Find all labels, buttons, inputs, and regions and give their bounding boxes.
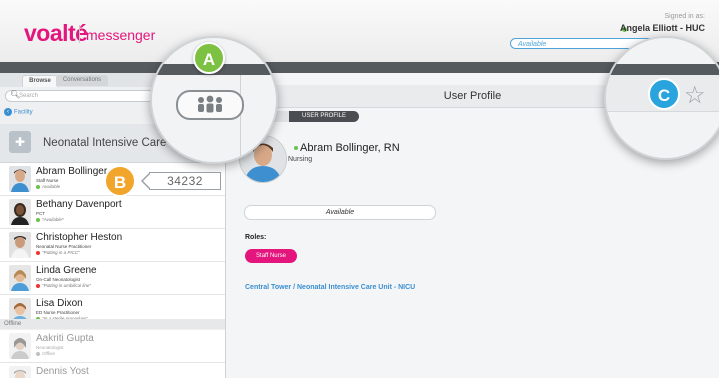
avatar <box>9 265 31 291</box>
contact-role: ED Nurse Practitioner <box>36 310 80 315</box>
facility-label: Facility <box>14 109 33 116</box>
tab-conversations[interactable]: Conversations <box>56 75 108 86</box>
unit-link[interactable]: Central Tower / Neonatal Intensive Care … <box>245 284 415 291</box>
contact-role: Neonatal Nurse Practitioner <box>36 244 92 249</box>
contact-role: Neonatologist <box>36 345 64 350</box>
contact-role: PCT <box>36 211 45 216</box>
avatar <box>9 166 31 192</box>
contact-status: Available <box>36 184 60 189</box>
presence-dot-icon <box>36 184 40 189</box>
back-icon: ‹ <box>4 108 12 116</box>
search-input[interactable]: 🔍︎ Search <box>5 90 155 102</box>
avatar <box>9 366 31 378</box>
brand-subtitle: messenger <box>86 27 156 43</box>
contact-status-text: Offline <box>42 351 56 356</box>
profile-name: Abram Bollinger, RN <box>294 142 400 154</box>
group-button[interactable] <box>176 90 244 120</box>
profile-name-text: Abram Bollinger, RN <box>300 142 400 154</box>
contact-row[interactable]: Aakriti Gupta Neonatologist Offline <box>0 330 225 363</box>
contact-name: Abram Bollinger <box>36 166 108 177</box>
role-badge[interactable]: Staff Nurse <box>245 249 297 263</box>
contact-status-text: "Putting in umbilical line" <box>42 283 91 288</box>
contact-status: "Putting in a PICC" <box>36 250 80 255</box>
contact-row[interactable]: Christopher Heston Neonatal Nurse Practi… <box>0 229 225 262</box>
avatar <box>9 333 31 359</box>
current-user-name[interactable]: Angela Elliott - HUC <box>620 23 705 33</box>
contact-name: Aakriti Gupta <box>36 333 94 344</box>
app-header: voalté messenger Signed in as: Angela El… <box>0 0 719 63</box>
presence-dot-icon <box>36 250 40 255</box>
offline-section-header: Offline <box>0 319 225 329</box>
signed-in-label: Signed in as: <box>664 13 705 20</box>
tab-user-profile[interactable]: USER PROFILE <box>289 111 359 122</box>
presence-dot-icon <box>36 283 40 288</box>
status-message: Available <box>244 205 436 220</box>
roles-label: Roles: <box>245 234 267 241</box>
avatar <box>9 199 31 225</box>
contact-status: *Available* <box>36 217 64 222</box>
hospital-unit-icon: ✚ <box>9 131 31 153</box>
contact-status-text: *Available* <box>42 217 64 222</box>
magnified-divider <box>240 75 241 162</box>
contact-row[interactable]: Dennis Yost <box>0 363 225 378</box>
callout-badge-a: A <box>193 42 225 74</box>
profile-department: Nursing <box>288 156 313 163</box>
contact-row[interactable]: Bethany Davenport PCT *Available* <box>0 196 225 229</box>
app-window: voalté messenger Signed in as: Angela El… <box>0 0 719 378</box>
presence-dot-icon <box>294 146 298 151</box>
contact-name: Dennis Yost <box>36 366 89 377</box>
contact-status-text: "Putting in a PICC" <box>42 250 80 255</box>
tab-browse[interactable]: Browse <box>22 75 58 87</box>
avatar <box>9 232 31 258</box>
magnified-toolbar-strip <box>606 64 719 75</box>
star-icon[interactable]: ☆ <box>684 84 706 108</box>
group-icon <box>178 95 242 116</box>
contact-name: Lisa Dixon <box>36 298 83 309</box>
search-placeholder: Search <box>19 93 39 99</box>
callout-badge-c: C <box>648 78 680 110</box>
brand-logo: voalté <box>24 20 88 46</box>
contact-status: "Putting in umbilical line" <box>36 283 91 288</box>
callout-badge-b: B <box>104 165 136 197</box>
presence-dot-icon <box>36 217 40 222</box>
contact-name: Christopher Heston <box>36 232 123 243</box>
contact-name: Linda Greene <box>36 265 97 276</box>
contact-role: On-Call Neonatologist <box>36 277 81 282</box>
facility-back-link[interactable]: ‹ Facility <box>4 108 33 116</box>
contact-name: Bethany Davenport <box>36 199 122 210</box>
presence-dot-icon <box>36 351 40 356</box>
contact-status-text: Available <box>42 184 61 189</box>
contact-row[interactable]: Linda Greene On-Call Neonatologist "Putt… <box>0 262 225 295</box>
logo-divider <box>79 25 80 43</box>
pager-number-tag: 34232 <box>141 172 221 190</box>
contact-status: Offline <box>36 351 55 356</box>
contact-role: Staff Nurse <box>36 178 59 183</box>
